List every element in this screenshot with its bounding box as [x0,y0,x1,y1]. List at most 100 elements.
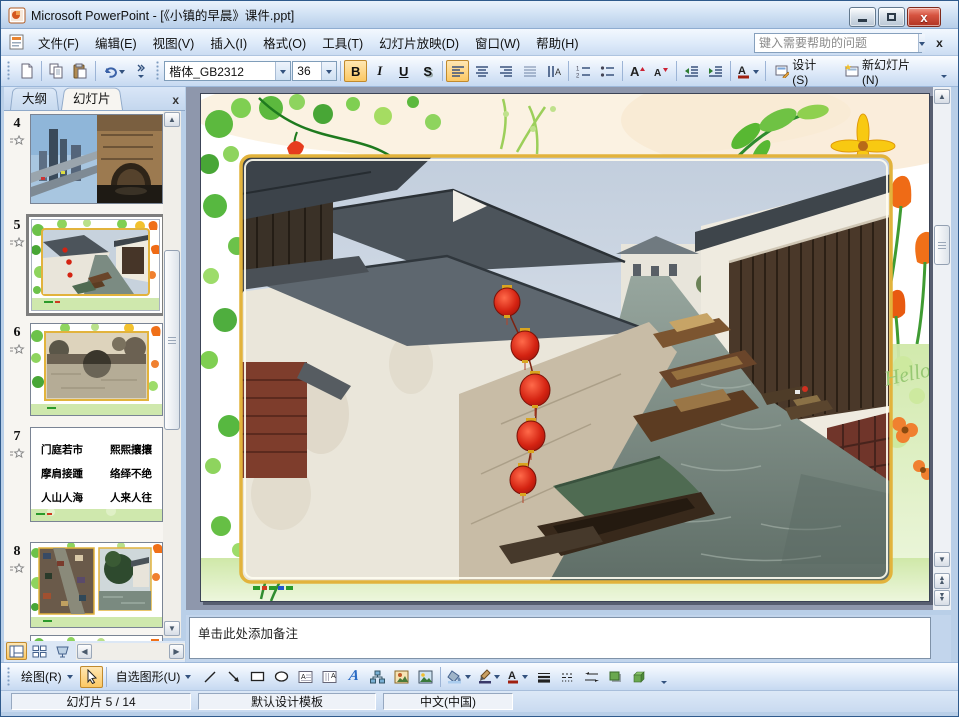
text-direction-button[interactable]: A [542,60,565,82]
wordart-button[interactable]: A [342,666,365,688]
decrease-font-size-button[interactable]: A [650,60,673,82]
scroll-up-arrow[interactable]: ▲ [164,112,180,127]
align-center-button[interactable] [470,60,493,82]
menu-edit[interactable]: 编辑(E) [87,29,145,56]
status-language[interactable]: 中文(中国) [383,693,513,710]
undo-button[interactable] [99,60,128,82]
menu-tools[interactable]: 工具(T) [314,29,371,56]
line-color-dropdown-arrow[interactable] [494,675,501,682]
font-size-combo[interactable]: 36 [292,61,338,81]
slide-thumbnail-6[interactable] [30,323,163,416]
scroll-left-arrow[interactable]: ◀ [77,644,92,659]
clip-art-button[interactable] [390,666,413,688]
previous-slide-button[interactable]: ▲ ▲ [934,573,950,589]
menu-help[interactable]: 帮助(H) [528,29,586,56]
distribute-text-button[interactable] [518,60,541,82]
copy-button[interactable] [45,60,68,82]
normal-view-button[interactable] [6,642,27,660]
draw-menu-button[interactable]: 绘图(R) [15,666,79,688]
help-search-box[interactable] [754,33,925,53]
line-tool-button[interactable] [198,666,221,688]
scroll-down-arrow[interactable]: ▼ [934,552,950,567]
menu-window[interactable]: 窗口(W) [467,29,528,56]
insert-picture-button[interactable] [414,666,437,688]
scroll-up-arrow[interactable]: ▲ [934,89,950,104]
scrollbar-thumb[interactable] [934,225,950,265]
drawbar-options-chevron[interactable] [652,666,675,688]
toolbar-grip[interactable] [156,61,161,81]
slide-thumbnail-4[interactable] [30,114,163,204]
menu-format[interactable]: 格式(O) [255,29,314,56]
document-close-button[interactable]: x [931,34,948,52]
menu-insert[interactable]: 插入(I) [202,29,255,56]
toolbar-options-chevron[interactable] [129,60,152,82]
toolbar-grip[interactable] [7,61,11,81]
slide-sorter-view-button[interactable] [29,642,50,660]
shadow-style-button[interactable] [604,666,627,688]
slide-design-button[interactable]: 设计(S) [769,58,838,87]
vertical-text-box-button[interactable]: A [318,666,341,688]
diagram-button[interactable] [366,666,389,688]
scroll-down-arrow[interactable]: ▼ [164,621,180,636]
underline-button[interactable]: U [392,60,415,82]
thumbnail-hscrollbar[interactable]: ◀ ▶ [76,643,185,660]
slide-thumbnail-7[interactable]: 门庭若市 熙熙攘攘 摩肩接踵 络绎不绝 人山人海 人来人往 [30,427,163,522]
increase-font-size-button[interactable]: A [626,60,649,82]
slideshow-view-button[interactable] [52,642,73,660]
draw-font-color-button[interactable]: A [504,666,531,688]
bold-button[interactable]: B [344,60,368,82]
numbered-list-button[interactable]: 12 [572,60,595,82]
minimize-button[interactable] [849,7,876,27]
slide-thumbnail-5-selected[interactable] [26,214,163,316]
toolbar-options-chevron-end[interactable] [932,60,955,82]
menu-view[interactable]: 视图(V) [145,29,203,56]
thumbnail-scrollbar[interactable]: ▲ ▼ [163,111,181,638]
draw-font-color-dropdown-arrow[interactable] [522,675,529,682]
next-slide-button[interactable]: ▼ ▼ [934,590,950,606]
font-size-dropdown-arrow[interactable] [321,62,337,80]
slide-canvas[interactable]: Hello [200,93,930,602]
scroll-right-arrow[interactable]: ▶ [169,644,184,659]
font-color-dropdown-arrow[interactable] [752,69,759,77]
font-name-dropdown-arrow[interactable] [275,62,291,80]
line-style-button[interactable] [532,666,555,688]
notes-input-area[interactable]: 单击此处添加备注 [189,617,931,659]
menu-file[interactable]: 文件(F) [30,29,87,56]
oval-tool-button[interactable] [270,666,293,688]
fill-color-button[interactable] [444,666,474,688]
status-design-template[interactable]: 默认设计模板 [198,693,376,710]
threed-style-button[interactable] [628,666,651,688]
autoshapes-menu-button[interactable]: 自选图形(U) [110,666,198,688]
text-box-button[interactable]: A [294,666,317,688]
font-color-button[interactable]: A [734,60,761,82]
rectangle-tool-button[interactable] [246,666,269,688]
tab-slides[interactable]: 幻灯片 [61,85,123,110]
maximize-button[interactable] [878,7,905,27]
align-left-button[interactable] [446,60,470,82]
new-presentation-button[interactable] [15,60,38,82]
text-shadow-button[interactable]: S [416,60,439,82]
italic-button[interactable]: I [368,60,391,82]
panel-close-icon[interactable]: x [172,94,179,106]
bullet-list-button[interactable] [596,60,619,82]
increase-indent-button[interactable] [704,60,727,82]
tab-outline[interactable]: 大纲 [10,85,59,110]
new-slide-button[interactable]: 新幻灯片(N) [838,58,931,87]
font-name-combo[interactable]: 楷体_GB2312 [164,61,292,81]
decrease-indent-button[interactable] [680,60,703,82]
line-color-button[interactable] [475,666,503,688]
slide-thumbnail-8[interactable] [30,542,163,628]
dash-style-button[interactable] [556,666,579,688]
toolbar-grip[interactable] [7,666,11,687]
help-dropdown-arrow[interactable] [918,34,925,52]
arrow-style-button[interactable] [580,666,603,688]
close-button[interactable]: x [907,7,941,27]
arrow-tool-button[interactable] [222,666,245,688]
scrollbar-thumb[interactable] [164,250,180,430]
select-objects-button[interactable] [79,665,103,688]
help-search-input[interactable] [755,34,918,52]
slide-scrollbar[interactable]: ▲ ▼ ▲ ▲ ▼ ▼ [933,87,951,610]
undo-dropdown-arrow[interactable] [119,69,126,77]
paste-button[interactable] [69,60,92,82]
menu-slideshow[interactable]: 幻灯片放映(D) [371,29,467,56]
